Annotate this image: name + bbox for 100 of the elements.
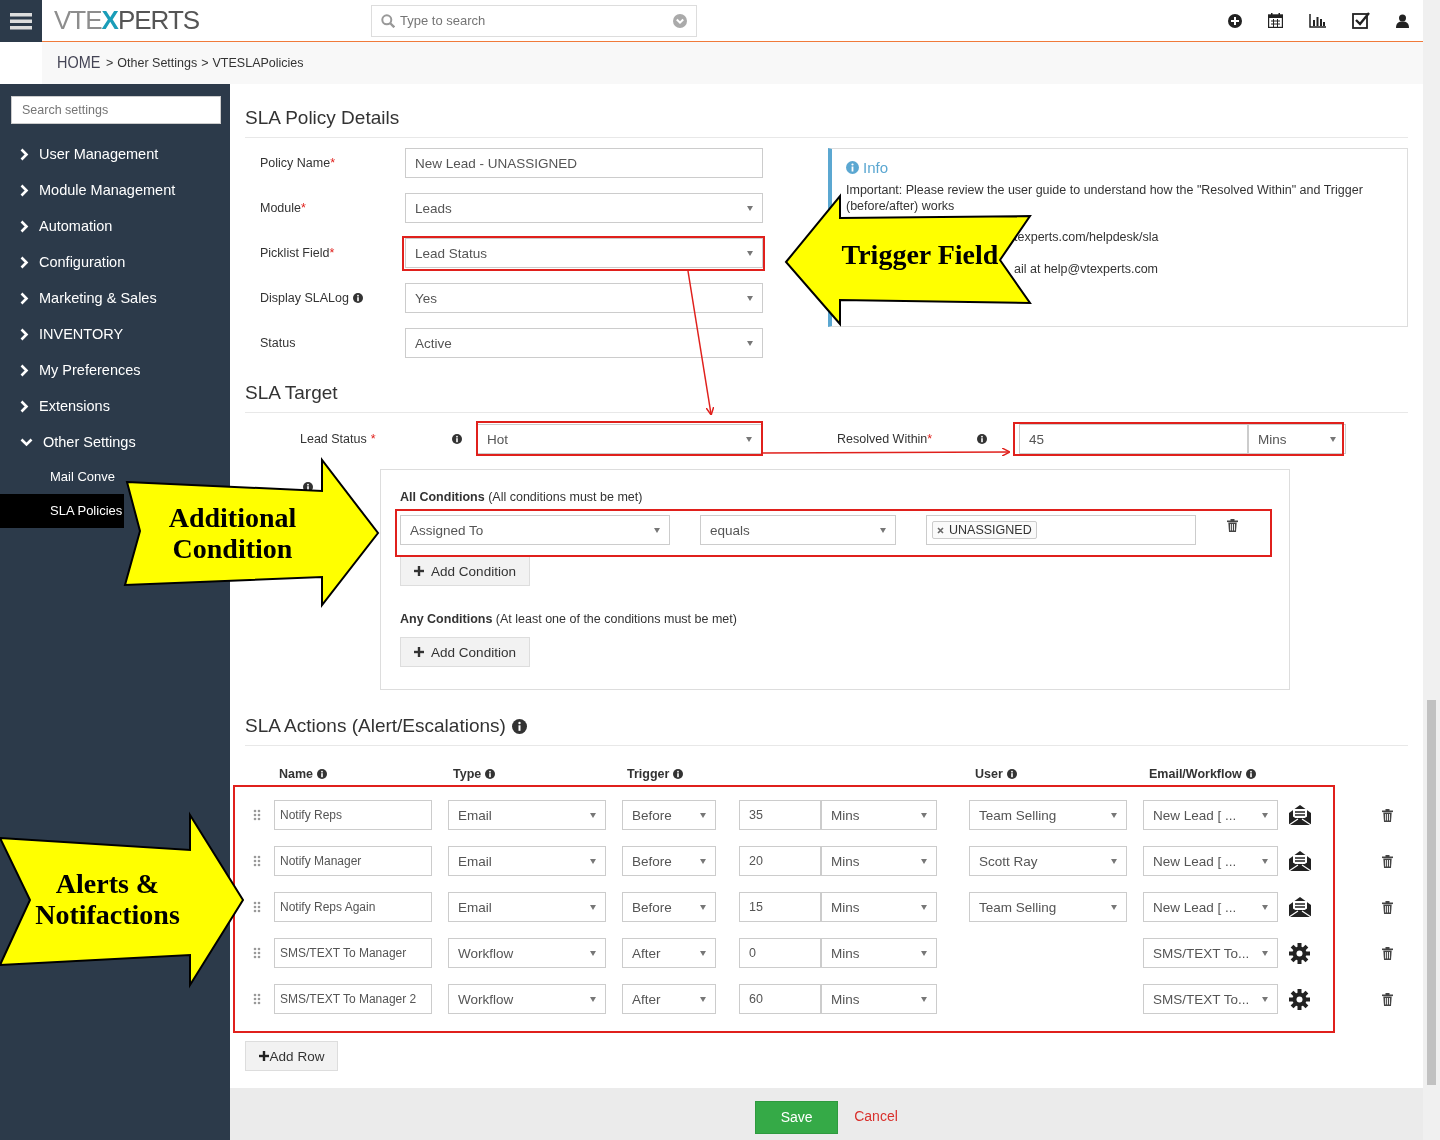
caret-icon <box>1330 436 1336 442</box>
select-field[interactable]: New Lead [ ... <box>1143 800 1278 830</box>
chevron-right-icon <box>20 147 29 161</box>
text-field[interactable]: SMS/TEXT To Manager 2 <box>274 984 432 1014</box>
sidebar-item[interactable]: Extensions <box>0 388 230 424</box>
sidebar-item[interactable]: User Management <box>0 136 230 172</box>
text-field[interactable]: Notify Reps Again <box>274 892 432 922</box>
delete-button[interactable] <box>1382 900 1393 914</box>
menu-button[interactable] <box>0 0 42 42</box>
delete-button[interactable] <box>1382 808 1393 822</box>
text-field[interactable]: 60 <box>739 984 821 1014</box>
sidebar-item[interactable]: Configuration <box>0 244 230 280</box>
select-field[interactable]: Mins <box>821 984 937 1014</box>
sidebar-item[interactable]: My Preferences <box>0 352 230 388</box>
select-field[interactable]: Lead Status <box>405 238 763 268</box>
chevron-right-icon <box>20 363 29 377</box>
bar-chart-icon[interactable] <box>1309 13 1326 28</box>
text-field[interactable]: 35 <box>739 800 821 830</box>
select-field[interactable]: Mins <box>821 892 937 922</box>
select-field[interactable]: Team Selling <box>969 892 1127 922</box>
gear-icon[interactable] <box>1289 942 1310 964</box>
delete-button[interactable] <box>1382 946 1393 960</box>
drag-handle-icon[interactable] <box>253 901 261 913</box>
select-field[interactable]: SMS/TEXT To... <box>1143 984 1278 1014</box>
chevron-right-icon <box>20 219 29 233</box>
add-condition-button[interactable]: Add Condition <box>400 556 530 586</box>
text-field[interactable]: SMS/TEXT To Manager <box>274 938 432 968</box>
select-field[interactable]: Before <box>622 800 716 830</box>
caret-icon <box>700 996 706 1002</box>
sidebar-item[interactable]: Automation <box>0 208 230 244</box>
text-field[interactable]: 20 <box>739 846 821 876</box>
select-field[interactable]: Mins <box>1248 424 1346 454</box>
drag-handle-icon[interactable] <box>253 947 261 959</box>
caret-icon <box>747 340 753 346</box>
select-field[interactable]: New Lead [ ... <box>1143 846 1278 876</box>
drag-handle-icon[interactable] <box>253 809 261 821</box>
select-field[interactable]: Scott Ray <box>969 846 1127 876</box>
add-row-button[interactable]: Add Row <box>245 1041 338 1071</box>
gear-icon[interactable] <box>1289 988 1310 1010</box>
select-field[interactable]: Mins <box>821 846 937 876</box>
sidebar-subitem[interactable]: Mail Conve <box>50 469 116 485</box>
sidebar-subitem[interactable]: SLA Policies <box>0 494 124 528</box>
text-field[interactable]: 0 <box>739 938 821 968</box>
cancel-link[interactable]: Cancel <box>854 1108 898 1124</box>
select-field[interactable]: After <box>622 984 716 1014</box>
select-field[interactable]: Email <box>448 846 606 876</box>
sidebar-item[interactable]: Module Management <box>0 172 230 208</box>
select-field[interactable]: New Lead [ ... <box>1143 892 1278 922</box>
home-link[interactable]: HOME <box>57 53 101 73</box>
select-field[interactable]: SMS/TEXT To... <box>1143 938 1278 968</box>
calendar-icon[interactable] <box>1268 13 1283 28</box>
scrollbar-thumb[interactable] <box>1427 700 1436 1085</box>
select-field[interactable]: Team Selling <box>969 800 1127 830</box>
text-field[interactable]: Notify Reps <box>274 800 432 830</box>
breadcrumb-separator: > <box>106 56 114 70</box>
select-field[interactable]: Email <box>448 892 606 922</box>
delete-button[interactable] <box>1227 518 1238 532</box>
select-field[interactable]: Leads <box>405 193 763 223</box>
add-condition-button[interactable]: Add Condition <box>400 637 530 667</box>
delete-button[interactable] <box>1382 992 1393 1006</box>
add-icon[interactable] <box>1228 13 1242 28</box>
search-field[interactable]: Type to search <box>371 4 697 37</box>
select-field[interactable]: equals <box>700 515 896 545</box>
field-label: Display SLALog <box>260 291 349 305</box>
select-field[interactable]: After <box>622 938 716 968</box>
select-field[interactable]: Hot <box>477 424 762 454</box>
search-field[interactable]: Search settings <box>11 96 221 124</box>
sidebar-item[interactable]: Marketing & Sales <box>0 280 230 316</box>
delete-button[interactable] <box>1382 854 1393 868</box>
envelope-icon[interactable] <box>1287 804 1312 826</box>
envelope-icon[interactable] <box>1287 896 1312 918</box>
remove-icon[interactable] <box>937 526 944 534</box>
checkbox-icon[interactable] <box>1352 12 1370 29</box>
caret-icon <box>746 436 752 442</box>
sidebar-item[interactable]: INVENTORY <box>0 316 230 352</box>
value-field[interactable]: UNASSIGNED <box>926 515 1196 545</box>
sidebar-item[interactable]: Other Settings <box>0 424 230 460</box>
select-field[interactable]: Yes <box>405 283 763 313</box>
text-field[interactable]: New Lead - UNASSIGNED <box>405 148 763 178</box>
drag-handle-icon[interactable] <box>253 993 261 1005</box>
select-field[interactable]: Before <box>622 846 716 876</box>
drag-handle-icon[interactable] <box>253 855 261 867</box>
select-field[interactable]: Workflow <box>448 938 606 968</box>
envelope-icon[interactable] <box>1287 850 1312 872</box>
select-field[interactable]: Workflow <box>448 984 606 1014</box>
value-tag[interactable]: UNASSIGNED <box>932 521 1037 539</box>
select-field[interactable]: Assigned To <box>400 515 670 545</box>
text-field[interactable]: 45 <box>1019 424 1248 454</box>
user-icon[interactable] <box>1396 13 1409 28</box>
text-field[interactable]: Notify Manager <box>274 846 432 876</box>
select-field[interactable]: Email <box>448 800 606 830</box>
text-field[interactable]: 15 <box>739 892 821 922</box>
select-field[interactable]: Mins <box>821 800 937 830</box>
scrollbar[interactable] <box>1423 0 1440 1140</box>
select-field[interactable]: Before <box>622 892 716 922</box>
caret-icon <box>700 858 706 864</box>
breadcrumb-link[interactable]: Other Settings <box>117 56 198 70</box>
select-field[interactable]: Mins <box>821 938 937 968</box>
logo[interactable]: VTEXPERTS <box>54 5 371 36</box>
select-field[interactable]: Active <box>405 328 763 358</box>
